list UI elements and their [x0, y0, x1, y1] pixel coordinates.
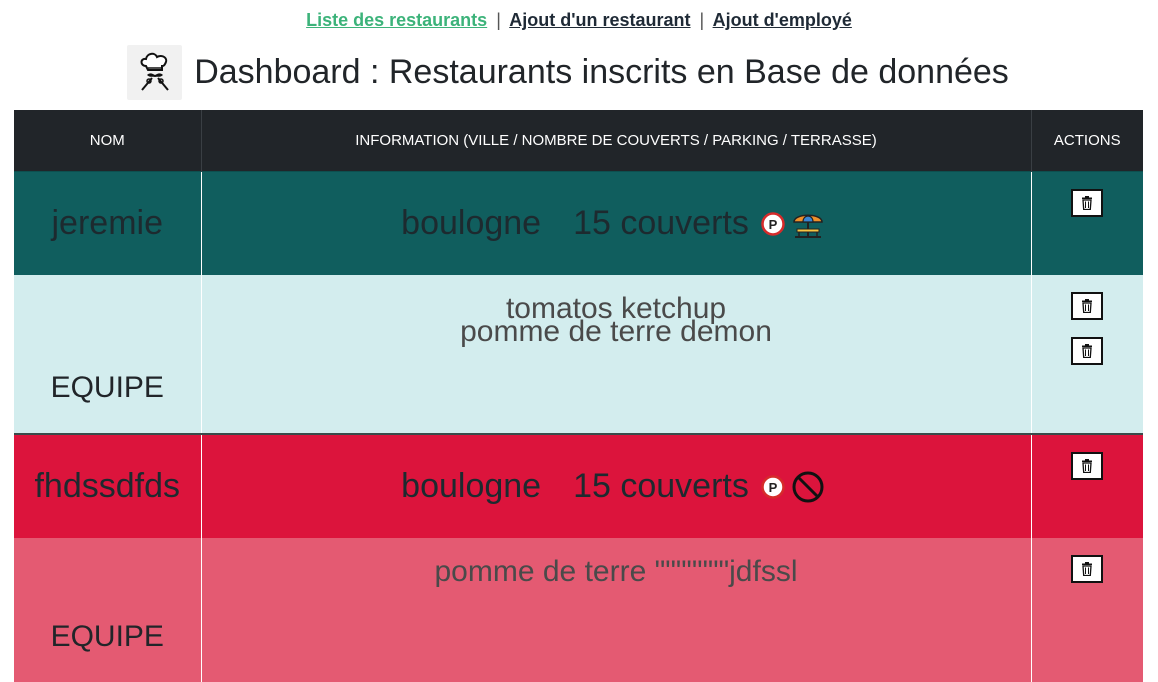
terrace-umbrella-icon [791, 207, 825, 241]
svg-text:P: P [769, 217, 778, 232]
delete-employee-button[interactable] [1071, 337, 1104, 365]
team-member: pomme de terre """""""jdfssl [434, 555, 798, 588]
restaurant-info: boulogne 15 couverts P [201, 434, 1032, 538]
team-member: pomme de terre demon [460, 315, 772, 348]
team-actions-cell [1031, 538, 1143, 682]
trash-icon [1082, 196, 1093, 210]
trash-icon [1082, 344, 1093, 358]
restaurants-table: NOM INFORMATION (VILLE / NOMBRE DE COUVE… [14, 110, 1143, 682]
parking-icon: P [761, 474, 785, 499]
nav-link-add-restaurant[interactable]: Ajout d'un restaurant [509, 10, 690, 30]
parking-icon: P [761, 211, 785, 236]
trash-icon [1082, 459, 1093, 473]
delete-employee-button[interactable] [1071, 292, 1104, 320]
column-header-actions: ACTIONS [1031, 110, 1143, 172]
trash-icon [1082, 299, 1093, 313]
restaurant-city: boulogne [401, 467, 542, 505]
restaurant-covers: 15 couverts [573, 467, 749, 505]
restaurant-city: boulogne [401, 204, 542, 242]
trash-icon [1082, 562, 1093, 576]
team-row: EQUIPE pomme de terre """""""jdfssl [14, 538, 1143, 682]
top-nav: Liste des restaurants | Ajout d'un resta… [0, 0, 1158, 32]
column-header-nom: NOM [14, 110, 202, 172]
page-title: Dashboard : Restaurants inscrits en Base… [194, 52, 1009, 91]
delete-restaurant-button[interactable] [1071, 452, 1104, 480]
team-label: EQUIPE [14, 538, 202, 682]
restaurant-row: fhdssdfds boulogne 15 couverts P [14, 434, 1143, 538]
team-label: EQUIPE [14, 275, 202, 435]
team-members: pomme de terre """""""jdfssl [201, 538, 1032, 682]
actions-cell [1031, 171, 1143, 275]
delete-restaurant-button[interactable] [1071, 189, 1104, 217]
restaurant-covers: 15 couverts [573, 204, 749, 242]
restaurant-row: jeremie boulogne 15 couverts P [14, 171, 1143, 275]
team-row: EQUIPE tomatos ketchup pomme de terre de… [14, 275, 1143, 435]
restaurant-name: jeremie [14, 171, 202, 275]
nav-link-list-restaurants[interactable]: Liste des restaurants [306, 10, 487, 30]
delete-employee-button[interactable] [1071, 555, 1104, 583]
column-header-information: INFORMATION (VILLE / NOMBRE DE COUVERTS … [201, 110, 1032, 172]
page-header: Dashboard : Restaurants inscrits en Base… [0, 44, 1158, 100]
restaurant-info: boulogne 15 couverts P [201, 171, 1032, 275]
restaurant-name: fhdssdfds [14, 434, 202, 538]
chef-logo-icon [127, 44, 183, 100]
actions-cell [1031, 434, 1143, 538]
team-members: tomatos ketchup pomme de terre demon [201, 275, 1032, 435]
svg-text:P: P [769, 480, 778, 495]
team-actions-cell [1031, 275, 1143, 435]
nav-separator: | [496, 10, 501, 30]
nav-separator: | [699, 10, 705, 30]
no-terrace-icon [791, 470, 825, 504]
table-header-row: NOM INFORMATION (VILLE / NOMBRE DE COUVE… [14, 110, 1143, 172]
nav-link-add-employee[interactable]: Ajout d'employé [713, 10, 852, 30]
